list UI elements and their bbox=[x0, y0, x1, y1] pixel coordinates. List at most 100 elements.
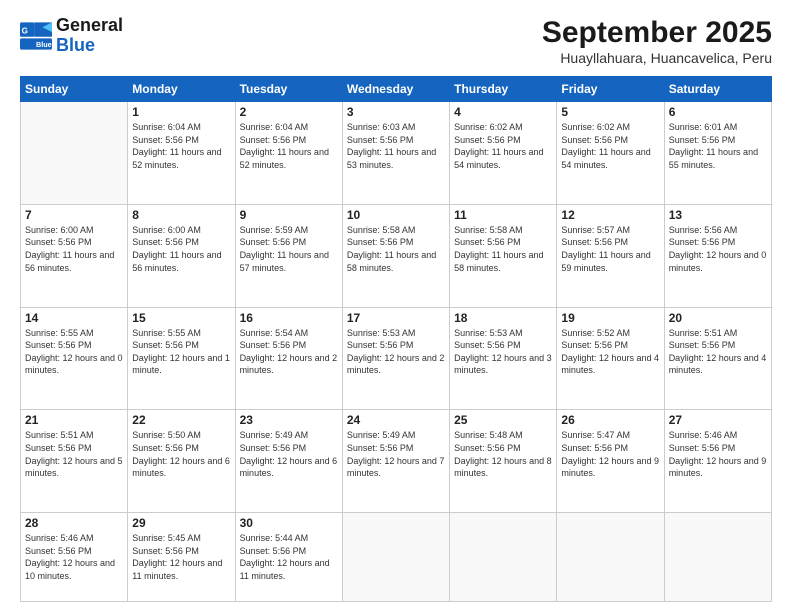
calendar-cell: 25 Sunrise: 5:48 AMSunset: 5:56 PMDaylig… bbox=[450, 410, 557, 513]
day-info: Sunrise: 5:46 AMSunset: 5:56 PMDaylight:… bbox=[25, 532, 123, 582]
calendar-cell: 28 Sunrise: 5:46 AMSunset: 5:56 PMDaylig… bbox=[21, 513, 128, 602]
day-info: Sunrise: 6:00 AMSunset: 5:56 PMDaylight:… bbox=[132, 224, 230, 274]
day-info: Sunrise: 5:59 AMSunset: 5:56 PMDaylight:… bbox=[240, 224, 338, 274]
logo: G Blue General Blue bbox=[20, 16, 123, 56]
day-number: 6 bbox=[669, 105, 767, 119]
calendar-cell: 8 Sunrise: 6:00 AMSunset: 5:56 PMDayligh… bbox=[128, 204, 235, 307]
svg-text:G: G bbox=[22, 26, 28, 35]
day-info: Sunrise: 5:58 AMSunset: 5:56 PMDaylight:… bbox=[454, 224, 552, 274]
calendar-cell: 30 Sunrise: 5:44 AMSunset: 5:56 PMDaylig… bbox=[235, 513, 342, 602]
week-row-2: 7 Sunrise: 6:00 AMSunset: 5:56 PMDayligh… bbox=[21, 204, 772, 307]
day-info: Sunrise: 5:50 AMSunset: 5:56 PMDaylight:… bbox=[132, 429, 230, 479]
calendar-cell: 4 Sunrise: 6:02 AMSunset: 5:56 PMDayligh… bbox=[450, 102, 557, 205]
day-number: 26 bbox=[561, 413, 659, 427]
day-info: Sunrise: 5:54 AMSunset: 5:56 PMDaylight:… bbox=[240, 327, 338, 377]
calendar-cell: 24 Sunrise: 5:49 AMSunset: 5:56 PMDaylig… bbox=[342, 410, 449, 513]
day-number: 30 bbox=[240, 516, 338, 530]
day-info: Sunrise: 5:49 AMSunset: 5:56 PMDaylight:… bbox=[347, 429, 445, 479]
calendar-cell: 16 Sunrise: 5:54 AMSunset: 5:56 PMDaylig… bbox=[235, 307, 342, 410]
day-header-saturday: Saturday bbox=[664, 77, 771, 102]
day-info: Sunrise: 5:44 AMSunset: 5:56 PMDaylight:… bbox=[240, 532, 338, 582]
day-info: Sunrise: 6:03 AMSunset: 5:56 PMDaylight:… bbox=[347, 121, 445, 171]
month-title: September 2025 bbox=[542, 16, 772, 50]
calendar-cell: 1 Sunrise: 6:04 AMSunset: 5:56 PMDayligh… bbox=[128, 102, 235, 205]
calendar-cell: 6 Sunrise: 6:01 AMSunset: 5:56 PMDayligh… bbox=[664, 102, 771, 205]
day-info: Sunrise: 5:56 AMSunset: 5:56 PMDaylight:… bbox=[669, 224, 767, 274]
day-info: Sunrise: 6:01 AMSunset: 5:56 PMDaylight:… bbox=[669, 121, 767, 171]
calendar-cell bbox=[664, 513, 771, 602]
calendar-cell: 5 Sunrise: 6:02 AMSunset: 5:56 PMDayligh… bbox=[557, 102, 664, 205]
day-number: 1 bbox=[132, 105, 230, 119]
day-number: 8 bbox=[132, 208, 230, 222]
day-info: Sunrise: 5:53 AMSunset: 5:56 PMDaylight:… bbox=[347, 327, 445, 377]
calendar-header-row: SundayMondayTuesdayWednesdayThursdayFrid… bbox=[21, 77, 772, 102]
calendar-cell: 22 Sunrise: 5:50 AMSunset: 5:56 PMDaylig… bbox=[128, 410, 235, 513]
day-header-monday: Monday bbox=[128, 77, 235, 102]
day-number: 2 bbox=[240, 105, 338, 119]
day-info: Sunrise: 5:52 AMSunset: 5:56 PMDaylight:… bbox=[561, 327, 659, 377]
calendar-cell: 27 Sunrise: 5:46 AMSunset: 5:56 PMDaylig… bbox=[664, 410, 771, 513]
logo-blue: Blue bbox=[56, 36, 123, 56]
day-info: Sunrise: 6:00 AMSunset: 5:56 PMDaylight:… bbox=[25, 224, 123, 274]
day-info: Sunrise: 5:47 AMSunset: 5:56 PMDaylight:… bbox=[561, 429, 659, 479]
header: G Blue General Blue September 2025 Huayl… bbox=[20, 16, 772, 66]
day-number: 27 bbox=[669, 413, 767, 427]
day-number: 29 bbox=[132, 516, 230, 530]
day-info: Sunrise: 6:02 AMSunset: 5:56 PMDaylight:… bbox=[454, 121, 552, 171]
day-header-thursday: Thursday bbox=[450, 77, 557, 102]
calendar-cell: 23 Sunrise: 5:49 AMSunset: 5:56 PMDaylig… bbox=[235, 410, 342, 513]
day-info: Sunrise: 5:48 AMSunset: 5:56 PMDaylight:… bbox=[454, 429, 552, 479]
day-info: Sunrise: 5:51 AMSunset: 5:56 PMDaylight:… bbox=[25, 429, 123, 479]
calendar-cell: 20 Sunrise: 5:51 AMSunset: 5:56 PMDaylig… bbox=[664, 307, 771, 410]
day-info: Sunrise: 5:57 AMSunset: 5:56 PMDaylight:… bbox=[561, 224, 659, 274]
week-row-4: 21 Sunrise: 5:51 AMSunset: 5:56 PMDaylig… bbox=[21, 410, 772, 513]
day-number: 20 bbox=[669, 311, 767, 325]
day-header-friday: Friday bbox=[557, 77, 664, 102]
day-number: 18 bbox=[454, 311, 552, 325]
calendar-cell: 26 Sunrise: 5:47 AMSunset: 5:56 PMDaylig… bbox=[557, 410, 664, 513]
day-info: Sunrise: 5:53 AMSunset: 5:56 PMDaylight:… bbox=[454, 327, 552, 377]
calendar-cell: 14 Sunrise: 5:55 AMSunset: 5:56 PMDaylig… bbox=[21, 307, 128, 410]
day-info: Sunrise: 5:46 AMSunset: 5:56 PMDaylight:… bbox=[669, 429, 767, 479]
calendar-cell: 15 Sunrise: 5:55 AMSunset: 5:56 PMDaylig… bbox=[128, 307, 235, 410]
day-number: 4 bbox=[454, 105, 552, 119]
logo-icon: G Blue bbox=[20, 22, 52, 50]
svg-text:Blue: Blue bbox=[36, 40, 52, 49]
calendar-cell: 21 Sunrise: 5:51 AMSunset: 5:56 PMDaylig… bbox=[21, 410, 128, 513]
calendar-cell bbox=[21, 102, 128, 205]
title-block: September 2025 Huayllahuara, Huancavelic… bbox=[542, 16, 772, 66]
calendar-cell: 29 Sunrise: 5:45 AMSunset: 5:56 PMDaylig… bbox=[128, 513, 235, 602]
day-number: 15 bbox=[132, 311, 230, 325]
calendar-table: SundayMondayTuesdayWednesdayThursdayFrid… bbox=[20, 76, 772, 602]
calendar-cell: 3 Sunrise: 6:03 AMSunset: 5:56 PMDayligh… bbox=[342, 102, 449, 205]
day-number: 24 bbox=[347, 413, 445, 427]
calendar-cell: 2 Sunrise: 6:04 AMSunset: 5:56 PMDayligh… bbox=[235, 102, 342, 205]
week-row-5: 28 Sunrise: 5:46 AMSunset: 5:56 PMDaylig… bbox=[21, 513, 772, 602]
day-info: Sunrise: 5:49 AMSunset: 5:56 PMDaylight:… bbox=[240, 429, 338, 479]
calendar-cell bbox=[557, 513, 664, 602]
calendar-cell: 19 Sunrise: 5:52 AMSunset: 5:56 PMDaylig… bbox=[557, 307, 664, 410]
calendar-cell: 13 Sunrise: 5:56 AMSunset: 5:56 PMDaylig… bbox=[664, 204, 771, 307]
day-number: 22 bbox=[132, 413, 230, 427]
day-number: 9 bbox=[240, 208, 338, 222]
day-info: Sunrise: 5:55 AMSunset: 5:56 PMDaylight:… bbox=[25, 327, 123, 377]
day-info: Sunrise: 6:04 AMSunset: 5:56 PMDaylight:… bbox=[240, 121, 338, 171]
logo-general: General bbox=[56, 16, 123, 36]
calendar-cell: 18 Sunrise: 5:53 AMSunset: 5:56 PMDaylig… bbox=[450, 307, 557, 410]
calendar-cell: 11 Sunrise: 5:58 AMSunset: 5:56 PMDaylig… bbox=[450, 204, 557, 307]
calendar-cell: 10 Sunrise: 5:58 AMSunset: 5:56 PMDaylig… bbox=[342, 204, 449, 307]
calendar-cell bbox=[342, 513, 449, 602]
week-row-1: 1 Sunrise: 6:04 AMSunset: 5:56 PMDayligh… bbox=[21, 102, 772, 205]
day-info: Sunrise: 6:04 AMSunset: 5:56 PMDaylight:… bbox=[132, 121, 230, 171]
day-number: 17 bbox=[347, 311, 445, 325]
day-number: 13 bbox=[669, 208, 767, 222]
day-number: 21 bbox=[25, 413, 123, 427]
day-number: 7 bbox=[25, 208, 123, 222]
calendar-cell: 9 Sunrise: 5:59 AMSunset: 5:56 PMDayligh… bbox=[235, 204, 342, 307]
day-header-tuesday: Tuesday bbox=[235, 77, 342, 102]
day-number: 11 bbox=[454, 208, 552, 222]
day-info: Sunrise: 5:55 AMSunset: 5:56 PMDaylight:… bbox=[132, 327, 230, 377]
day-number: 16 bbox=[240, 311, 338, 325]
day-number: 23 bbox=[240, 413, 338, 427]
week-row-3: 14 Sunrise: 5:55 AMSunset: 5:56 PMDaylig… bbox=[21, 307, 772, 410]
